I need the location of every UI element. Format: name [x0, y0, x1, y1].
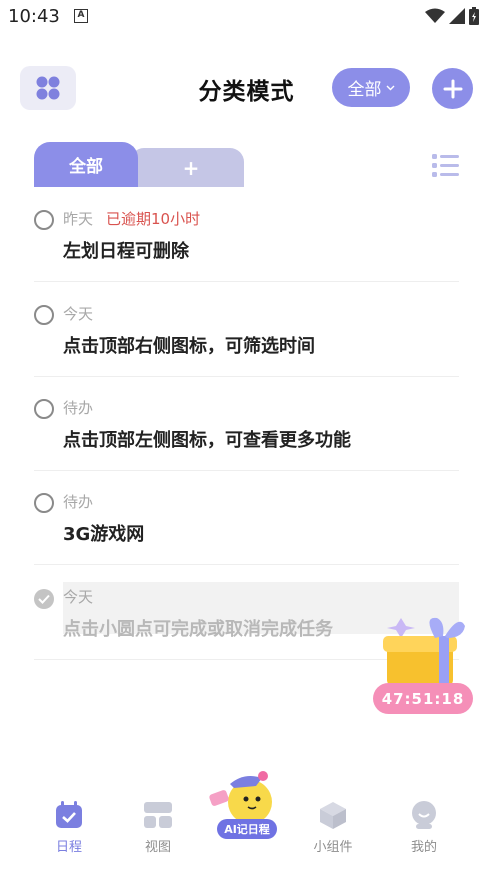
tab-label: 日程 — [55, 840, 82, 855]
complete-toggle[interactable] — [34, 305, 54, 325]
tab-profile[interactable]: 我的 — [389, 780, 459, 855]
tab-add-label: + — [182, 155, 200, 180]
divider — [34, 564, 459, 565]
task-date: 今天 — [63, 588, 94, 606]
page-title: 分类模式 — [198, 79, 295, 105]
tab-view[interactable]: 视图 — [123, 780, 193, 855]
plus-icon — [443, 79, 462, 98]
task-title: 点击顶部左侧图标，可查看更多功能 — [63, 430, 351, 451]
cube-icon — [318, 800, 348, 830]
divider — [34, 470, 459, 471]
status-icons — [425, 7, 479, 25]
chevron-down-icon — [386, 85, 394, 90]
tab-widget[interactable]: 小组件 — [298, 780, 368, 855]
divider — [34, 376, 459, 377]
profile-icon — [409, 800, 439, 830]
complete-toggle[interactable] — [34, 210, 54, 230]
task-date: 今天 — [63, 305, 94, 323]
countdown-timer: 47:51:18 — [373, 683, 473, 714]
battery-icon — [469, 7, 479, 25]
gift-widget[interactable]: 47:51:18 — [373, 612, 473, 716]
view-grid-icon — [143, 800, 173, 830]
list-icon — [432, 154, 459, 177]
tab-add-category[interactable]: + — [130, 148, 244, 187]
complete-toggle[interactable] — [34, 399, 54, 419]
complete-toggle[interactable] — [34, 493, 54, 513]
calendar-icon — [54, 800, 84, 830]
task-title: 点击小圆点可完成或取消完成任务 — [63, 619, 333, 640]
category-tabs: + 全部 — [34, 142, 244, 187]
task-date: 待办 — [63, 493, 94, 511]
tab-all-label: 全部 — [69, 157, 103, 177]
divider — [34, 281, 459, 282]
task-item[interactable]: 待办 3G游戏网 — [34, 485, 459, 565]
ai-label: AI记日程 — [217, 819, 277, 839]
task-title: 左划日程可删除 — [63, 241, 189, 262]
tab-label: 我的 — [410, 840, 437, 855]
add-task-button[interactable] — [432, 68, 473, 109]
overdue-label: 已逾期10小时 — [106, 210, 201, 228]
wifi-icon — [425, 8, 445, 23]
task-title: 点击顶部右侧图标，可筛选时间 — [63, 336, 315, 357]
task-date: 待办 — [63, 399, 94, 417]
task-date: 昨天 — [63, 210, 94, 228]
ai-schedule-button[interactable]: AI记日程 — [206, 770, 286, 840]
complete-toggle[interactable] — [34, 589, 54, 609]
status-bar: 10:43 A — [0, 0, 493, 32]
tab-label: 小组件 — [313, 840, 353, 855]
check-icon — [38, 594, 50, 604]
signal-icon — [449, 8, 465, 24]
task-item[interactable]: 昨天 已逾期10小时 左划日程可删除 — [34, 202, 459, 282]
notification-icon: A — [74, 9, 88, 23]
list-view-button[interactable] — [432, 153, 460, 179]
task-item[interactable]: 待办 点击顶部左侧图标，可查看更多功能 — [34, 391, 459, 471]
gift-box-icon — [383, 617, 465, 686]
tab-all[interactable]: 全部 — [34, 142, 138, 187]
status-time: 10:43 — [8, 6, 60, 27]
filter-label: 全部 — [347, 80, 382, 100]
filter-dropdown[interactable]: 全部 — [332, 68, 410, 107]
tab-label: 视图 — [144, 840, 171, 855]
task-item[interactable]: 今天 点击顶部右侧图标，可筛选时间 — [34, 297, 459, 377]
tab-schedule[interactable]: 日程 — [34, 780, 104, 855]
task-title: 3G游戏网 — [63, 524, 145, 545]
header: 分类模式 全部 — [0, 60, 493, 116]
